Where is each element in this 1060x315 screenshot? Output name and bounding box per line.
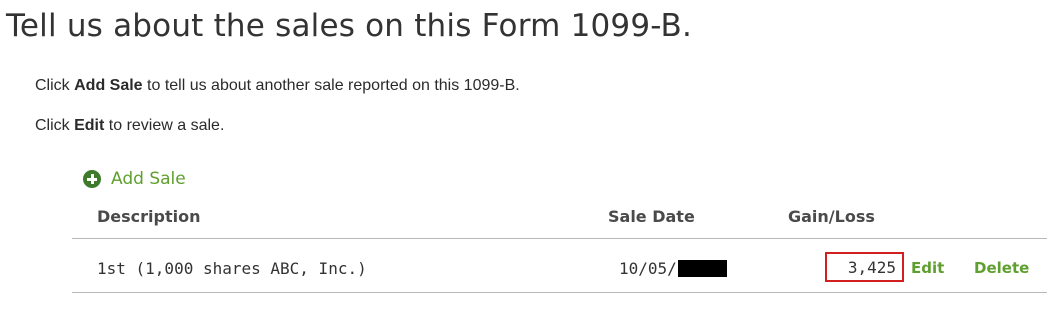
add-sale-label[interactable]: Add Sale (111, 169, 186, 189)
redaction-block (677, 260, 727, 277)
sale-date-text: 10/05/ (619, 259, 677, 278)
table-row-divider (72, 292, 1047, 293)
sale-date: 10/05/ (619, 259, 727, 278)
instruction-bold-text: Add Sale (74, 77, 143, 94)
gain-loss-text: 3,425 (847, 257, 896, 277)
instruction-text: Click (35, 77, 75, 94)
edit-sale-link[interactable]: Edit (911, 259, 944, 277)
page-title: Tell us about the sales on this Form 109… (6, 8, 693, 44)
add-sale-button[interactable]: Add Sale (83, 169, 186, 189)
column-header-sale-date: Sale Date (608, 207, 695, 226)
sale-description: 1st (1,000 shares ABC, Inc.) (97, 259, 367, 278)
instruction-add-sale: Click Add Sale to tell us about another … (35, 77, 520, 95)
instruction-text: to review a sale. (104, 117, 225, 134)
column-header-description: Description (97, 207, 201, 226)
plus-circle-icon[interactable] (83, 170, 101, 188)
gain-loss-value: 3,425 (825, 252, 904, 282)
instruction-bold-text: Edit (74, 117, 105, 134)
table-header-divider (72, 238, 1047, 239)
delete-sale-link[interactable]: Delete (974, 259, 1029, 277)
instruction-text: to tell us about another sale reported o… (142, 77, 520, 94)
instruction-text: Click (35, 117, 75, 134)
instruction-edit: Click Edit to review a sale. (35, 117, 224, 135)
column-header-gain-loss: Gain/Loss (788, 207, 875, 226)
